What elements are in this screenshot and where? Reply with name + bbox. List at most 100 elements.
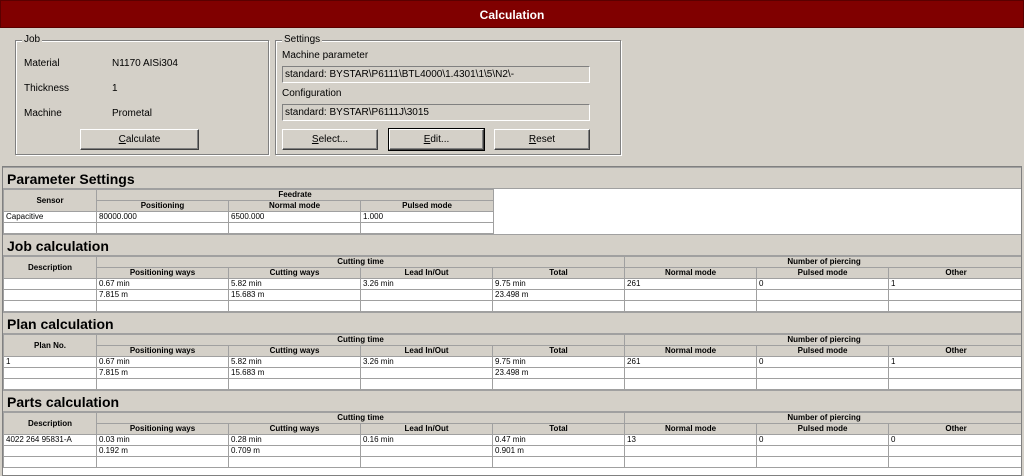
table-row: [3, 222, 495, 234]
table-cell: [624, 456, 758, 468]
select-button[interactable]: Select...: [282, 129, 378, 150]
table-cell: [96, 222, 229, 234]
parts-calculation-table: Description Cutting time Number of piercin…: [3, 412, 1021, 468]
first-column-header: Description: [3, 256, 97, 279]
table-cell: [491, 378, 626, 390]
table-row: 4022 264 95831-A 0.03 min 0.28 min 0.16 min…: [3, 434, 1021, 446]
column-header: Cutting ways: [228, 345, 361, 357]
number-of-piercing-header: Number of piercing: [624, 334, 1021, 346]
machine-parameter-field[interactable]: standard: BYSTAR\P6111\BTL4000\1.4301\1\…: [282, 66, 590, 83]
number-of-piercing-header: Number of piercing: [624, 412, 1021, 424]
table-cell: 0.901 m: [491, 445, 626, 457]
column-header: Total: [491, 345, 626, 357]
first-column-header: Description: [3, 412, 97, 435]
table-row: 7.815 m 15.683 m 23.498 m: [3, 367, 1021, 379]
positioning-header: Positioning: [96, 200, 229, 212]
table-row: Capacitive 80000.000 6500.000 1.000: [3, 211, 495, 223]
table-cell: [360, 445, 493, 457]
configuration-field[interactable]: standard: BYSTAR\P6111J\3015: [282, 104, 590, 121]
table-cell: 0: [888, 434, 1021, 446]
table-cell: 13: [624, 434, 758, 446]
feedrate-header: Feedrate: [95, 189, 495, 201]
table-cell: 1.000: [359, 211, 495, 223]
settings-legend: Settings: [282, 34, 323, 45]
table-cell: [624, 300, 758, 312]
column-header: Cutting ways: [228, 423, 361, 435]
table-cell: [96, 300, 229, 312]
table-cell: [359, 222, 495, 234]
table-cell: 15.683 m: [228, 367, 361, 379]
parameter-settings-heading: Parameter Settings: [3, 167, 1021, 189]
table-cell: 7.815 m: [96, 289, 229, 301]
table-cell: [624, 367, 758, 379]
material-label: Material: [24, 58, 60, 69]
table-cell: [624, 289, 758, 301]
table-cell: 0.47 min: [491, 434, 626, 446]
table-cell: [3, 300, 97, 312]
table-cell: 3.26 min: [360, 356, 493, 368]
parts-calculation-heading: Parts calculation: [3, 390, 1021, 412]
reset-button[interactable]: Reset: [494, 129, 590, 150]
table-row: [3, 300, 1021, 312]
number-of-piercing-header: Number of piercing: [624, 256, 1021, 268]
table-cell: 261: [624, 356, 758, 368]
settings-group: Settings Machine parameter standard: BYS…: [275, 34, 621, 155]
table-cell: [3, 289, 97, 301]
edit-button[interactable]: Edit...: [388, 128, 485, 151]
table-cell: 6500.000: [228, 211, 361, 223]
window-title-bar: Calculation: [0, 0, 1024, 28]
pulsed-mode-header: Pulsed mode: [359, 200, 495, 212]
table-cell: [491, 456, 626, 468]
report-view[interactable]: Parameter Settings Sensor Feedrate Positi…: [2, 166, 1022, 476]
cutting-time-header: Cutting time: [95, 334, 626, 346]
table-cell: [756, 378, 890, 390]
table-cell: [3, 456, 97, 468]
column-header: Other: [888, 267, 1021, 279]
column-header: Lead In/Out: [360, 423, 493, 435]
cutting-time-header: Cutting time: [95, 412, 626, 424]
table-cell: 9.75 min: [491, 356, 626, 368]
table-cell: 0.03 min: [96, 434, 229, 446]
table-cell: 0.28 min: [228, 434, 361, 446]
machine-parameter-label: Machine parameter: [282, 50, 369, 61]
table-cell: 80000.000: [96, 211, 229, 223]
column-header: Positioning ways: [96, 423, 229, 435]
table-cell: 0: [756, 434, 890, 446]
column-header: Pulsed mode: [756, 423, 890, 435]
table-cell: [360, 300, 493, 312]
table-cell: 0.67 min: [96, 278, 229, 290]
table-cell: [228, 222, 361, 234]
configuration-label: Configuration: [282, 88, 342, 99]
table-cell: 0.67 min: [96, 356, 229, 368]
table-row: 0.192 m 0.709 m 0.901 m: [3, 445, 1021, 457]
machine-label: Machine: [24, 108, 62, 119]
table-cell: [888, 300, 1021, 312]
job-calculation-heading: Job calculation: [3, 234, 1021, 256]
column-header: Normal mode: [624, 345, 758, 357]
first-column-header: Plan No.: [3, 334, 97, 357]
column-header: Other: [888, 345, 1021, 357]
table-cell: 0: [756, 356, 890, 368]
table-cell: [624, 445, 758, 457]
job-calculation-table: Description Cutting time Number of piercin…: [3, 256, 1021, 312]
column-header: Lead In/Out: [360, 345, 493, 357]
table-cell: 5.82 min: [228, 278, 361, 290]
table-row: [3, 456, 1021, 468]
column-header: Positioning ways: [96, 267, 229, 279]
table-row: 7.815 m 15.683 m 23.498 m: [3, 289, 1021, 301]
table-cell: 9.75 min: [491, 278, 626, 290]
cutting-time-header: Cutting time: [95, 256, 626, 268]
table-cell: [888, 378, 1021, 390]
column-header: Positioning ways: [96, 345, 229, 357]
window-title: Calculation: [479, 8, 545, 22]
table-cell: [756, 367, 890, 379]
thickness-label: Thickness: [24, 83, 70, 94]
table-cell: [96, 378, 229, 390]
parameter-settings-table: Sensor Feedrate Positioning Normal mode Pul…: [3, 189, 495, 234]
calculate-button[interactable]: Calculate: [80, 129, 199, 150]
table-cell: 7.815 m: [96, 367, 229, 379]
table-cell: [756, 456, 890, 468]
table-cell: 5.82 min: [228, 356, 361, 368]
table-cell: [3, 378, 97, 390]
table-cell: [3, 445, 97, 457]
